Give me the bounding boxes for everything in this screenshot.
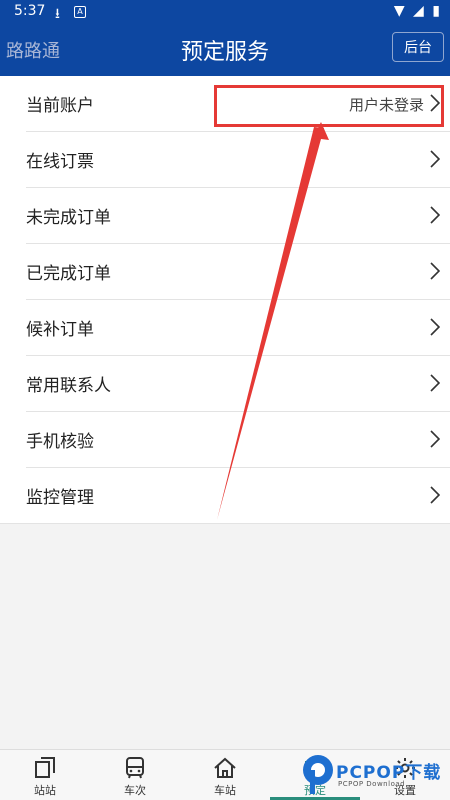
tab-label: 车站 [214,784,236,797]
tab-label: 站站 [34,784,56,797]
bus-icon [126,757,144,779]
home-icon [214,757,236,778]
tab-label: 车次 [124,784,146,797]
copy-icon [35,757,55,778]
tab-train-number[interactable]: 车次 [90,750,180,800]
pcpop-logo-icon [303,755,333,794]
tab-station-to-station[interactable]: 站站 [0,750,90,800]
annotation-arrow [217,122,329,520]
watermark: PCPOP下载 PCPOP Download [300,752,450,800]
watermark-sub: PCPOP Download [338,780,406,788]
tab-station[interactable]: 车站 [180,750,270,800]
